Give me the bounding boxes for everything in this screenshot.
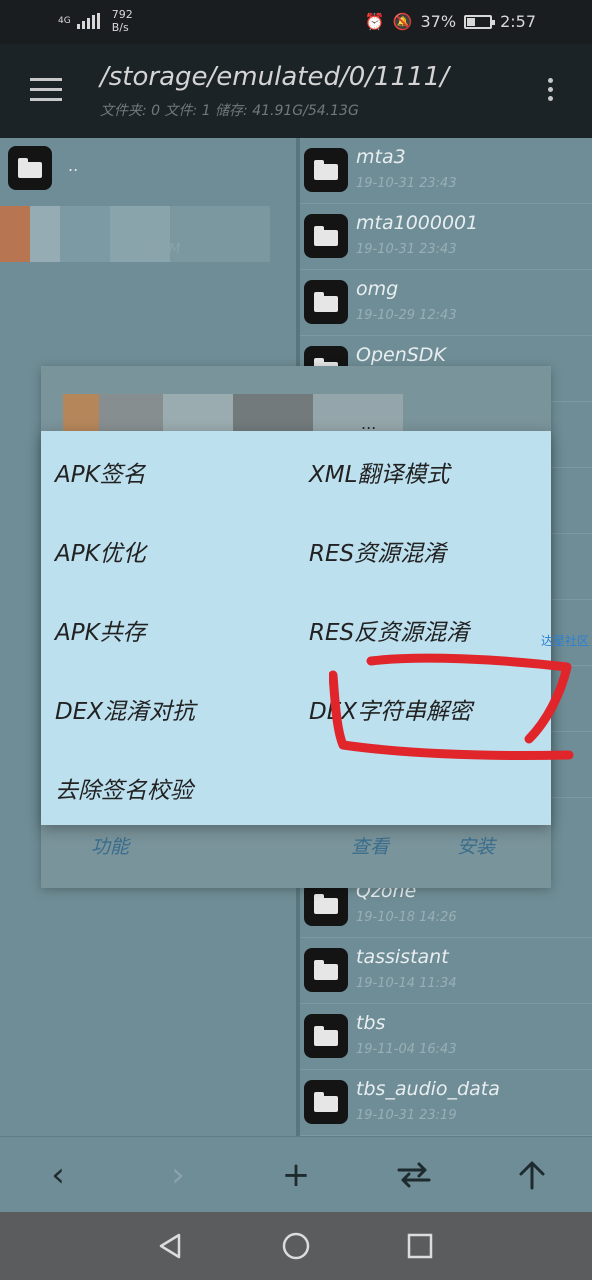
net-speed-unit: B/s	[111, 21, 129, 34]
status-bar: 4G 792 B/s ⏰ 🔕 37% 2:57	[0, 0, 592, 44]
battery-icon	[464, 14, 496, 29]
function-button[interactable]: 功能	[91, 832, 129, 859]
swap-panes-icon[interactable]	[384, 1137, 444, 1213]
status-left: 4G 792 B/s	[58, 8, 133, 34]
folder-date: 19-11-04 16:43	[356, 1042, 457, 1057]
clock: 2:57	[500, 12, 536, 31]
folder-icon	[304, 948, 348, 992]
menu-item-apk-optimize[interactable]: APK优化	[55, 534, 146, 568]
add-icon[interactable]: +	[266, 1137, 326, 1213]
folder-name: mta3	[356, 146, 406, 168]
nav-back-icon[interactable]	[140, 1212, 200, 1280]
folder-icon	[304, 214, 348, 258]
folder-date: 19-10-29 12:43	[356, 308, 457, 323]
folder-date: 19-10-31 23:43	[356, 176, 457, 191]
menu-item-dex-string-decrypt[interactable]: DEX字符串解密	[309, 692, 472, 726]
folder-icon	[304, 882, 348, 926]
bottom-toolbar: ‹ › +	[0, 1136, 592, 1212]
signal-icon	[76, 13, 100, 29]
menu-item-apk-coexist[interactable]: APK共存	[55, 613, 146, 647]
forward-arrow-icon[interactable]: ›	[148, 1137, 208, 1213]
app-bar: /storage/emulated/0/1111/ 文件夹: 0 文件: 1 储…	[0, 44, 592, 138]
up-arrow-icon[interactable]	[502, 1137, 562, 1213]
blurred-apk-size: 19.6M	[140, 242, 181, 257]
menu-item-res-deobfuscate[interactable]: RES反资源混淆	[309, 613, 469, 647]
blurred-apk-row[interactable]	[0, 206, 270, 262]
folder-date: 19-10-31 23:19	[356, 1108, 457, 1123]
battery-percent: 37%	[420, 12, 457, 31]
folder-date: 19-10-31 23:43	[356, 242, 457, 257]
folder-name: tbs	[356, 1012, 386, 1034]
folder-row[interactable]: tbs 19-11-04 16:43	[300, 1004, 592, 1070]
nav-recents-icon[interactable]	[390, 1212, 450, 1280]
folder-name: tbs_audio_data	[356, 1078, 500, 1100]
folder-name: tassistant	[356, 946, 449, 968]
menu-item-res-obfuscate[interactable]: RES资源混淆	[309, 534, 446, 568]
folder-name: omg	[356, 278, 399, 300]
status-right: ⏰ 🔕 37% 2:57	[365, 12, 536, 31]
parent-dir-label: ..	[68, 156, 79, 175]
folder-row[interactable]: mta1000001 19-10-31 23:43	[300, 204, 592, 270]
folder-icon	[304, 148, 348, 192]
alarm-icon: ⏰	[364, 12, 385, 31]
folder-date: 19-10-18 14:26	[356, 910, 457, 925]
folder-row[interactable]: omg 19-10-29 12:43	[300, 270, 592, 336]
folder-icon	[8, 146, 52, 190]
folder-date: 19-10-14 11:34	[356, 976, 457, 991]
menu-item-dex-obfuscate[interactable]: DEX混淆对抗	[55, 692, 195, 726]
view-button[interactable]: 查看	[351, 832, 389, 859]
battery-fill	[467, 17, 476, 26]
menu-item-apk-sign[interactable]: APK签名	[55, 455, 146, 489]
folder-icon	[304, 1080, 348, 1124]
network-type: 4G	[58, 15, 71, 26]
overflow-menu-icon[interactable]	[548, 78, 556, 105]
menu-item-xml-translate[interactable]: XML翻译模式	[309, 455, 449, 489]
folder-row[interactable]: tbs_audio_data 19-10-31 23:19	[300, 1070, 592, 1136]
folder-icon	[304, 280, 348, 324]
net-speed: 792 B/s	[112, 8, 133, 34]
folder-row[interactable]: tassistant 19-10-14 11:34	[300, 938, 592, 1004]
net-speed-value: 792	[111, 8, 133, 21]
folder-name: OpenSDK	[356, 344, 446, 366]
folder-icon	[304, 1014, 348, 1058]
folder-name: mta1000001	[356, 212, 479, 234]
storage-info: 文件夹: 0 文件: 1 储存: 41.91G/54.13G	[100, 103, 359, 119]
folder-row[interactable]: mta3 19-10-31 23:43	[300, 138, 592, 204]
function-menu-dialog: APK签名 XML翻译模式 APK优化 RES资源混淆 APK共存 RES反资源…	[41, 431, 574, 825]
nav-home-icon[interactable]	[266, 1212, 326, 1280]
current-path: /storage/emulated/0/1111/	[100, 62, 449, 92]
menu-icon[interactable]	[30, 78, 62, 101]
install-button[interactable]: 安装	[457, 832, 495, 859]
watermark: 达星社区	[541, 634, 590, 648]
mute-icon: 🔕	[392, 12, 413, 31]
menu-item-remove-sig-check[interactable]: 去除签名校验	[55, 771, 193, 805]
back-arrow-icon[interactable]: ‹	[28, 1137, 88, 1213]
system-nav-bar	[0, 1212, 592, 1280]
